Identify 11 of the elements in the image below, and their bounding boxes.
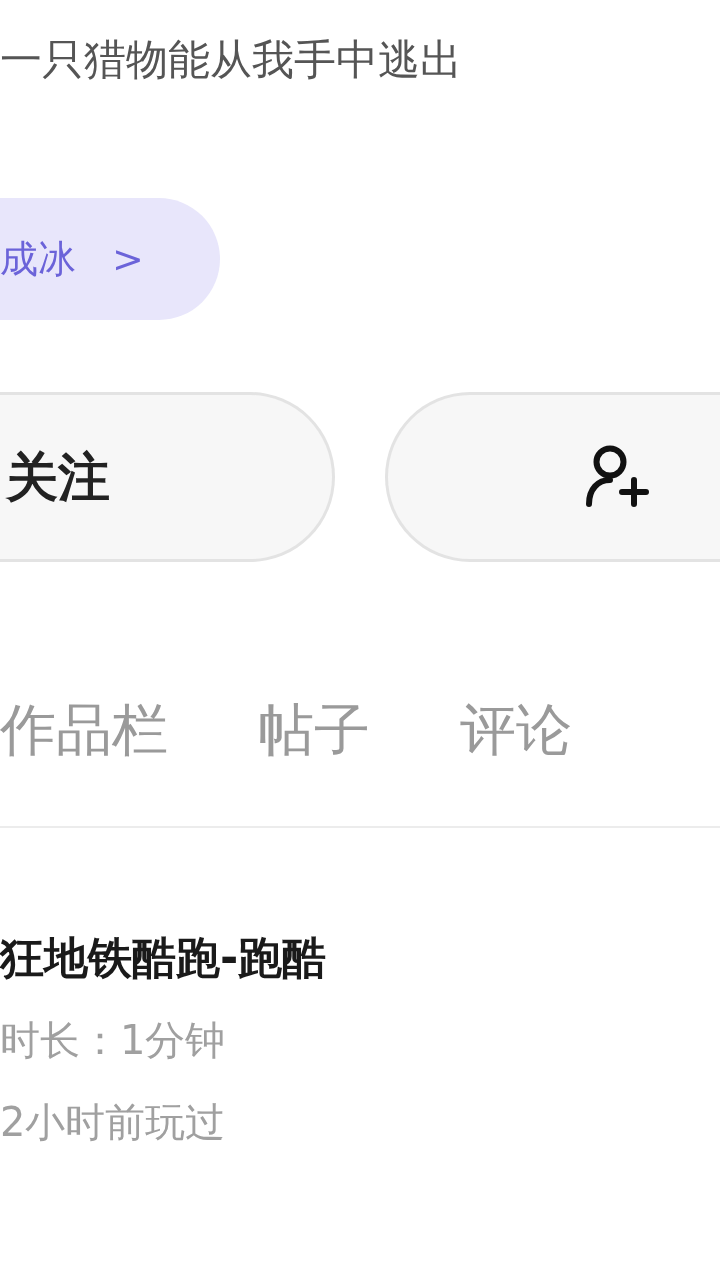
profile-bio: 一只猎物能从我手中逃出 xyxy=(0,34,463,86)
add-friend-button[interactable] xyxy=(385,392,720,562)
chevron-icon: > xyxy=(112,230,144,288)
profile-tab[interactable]: 评论 xyxy=(460,698,572,762)
followed-button[interactable]: 关注 xyxy=(0,392,335,562)
tag-label: 成冰 xyxy=(0,235,76,283)
profile-tab[interactable]: 作品栏 xyxy=(0,698,168,762)
play-duration: 时长：1分钟 xyxy=(0,1016,227,1065)
tag-chip[interactable]: 成冰 > xyxy=(0,198,220,320)
last-played: 2小时前玩过 xyxy=(0,1098,227,1147)
profile-tab[interactable]: 帖子 xyxy=(258,698,370,762)
